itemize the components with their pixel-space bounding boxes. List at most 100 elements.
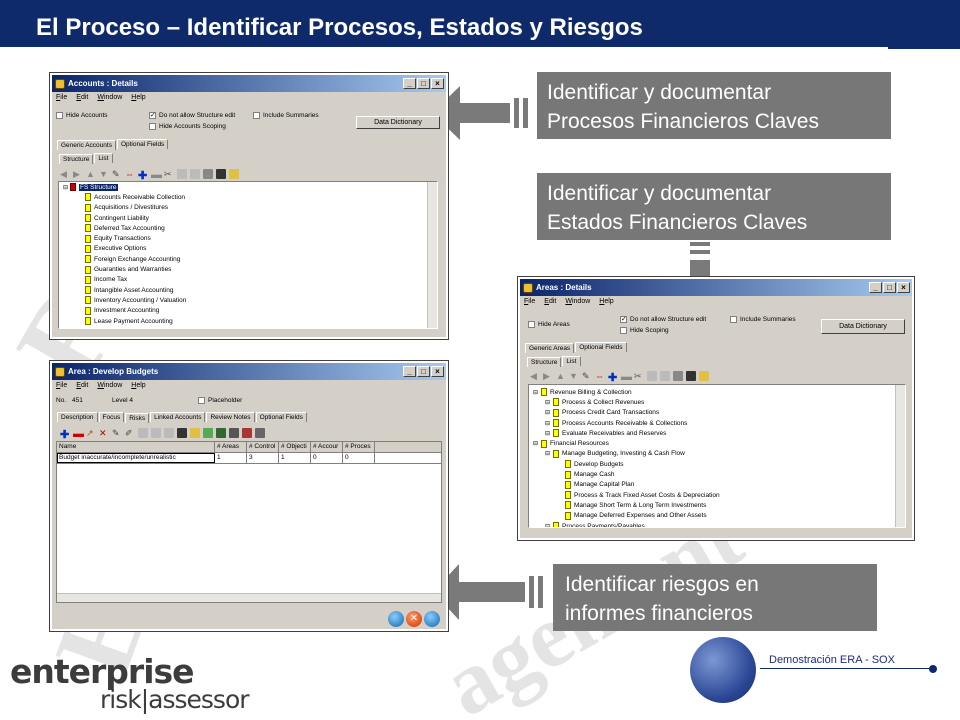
menu-edit[interactable]: Edit: [76, 94, 88, 101]
menu-window[interactable]: Window: [565, 298, 590, 305]
paste-icon[interactable]: [190, 169, 200, 179]
column-header[interactable]: # Proces: [343, 442, 375, 452]
tree-scrollbar[interactable]: [895, 385, 905, 527]
tree-item[interactable]: ⊟ Revenue Billing & Collection: [529, 387, 905, 397]
hide-areas-checkbox[interactable]: Hide Areas: [528, 321, 570, 328]
maximize-button[interactable]: □: [883, 282, 896, 293]
grid-icon[interactable]: [138, 428, 148, 438]
link-icon[interactable]: ↗: [86, 428, 96, 438]
expander-icon[interactable]: ⊟: [545, 523, 553, 528]
open-icon[interactable]: [699, 371, 709, 381]
data-dictionary-button[interactable]: Data Dictionary: [821, 319, 905, 334]
minimize-button[interactable]: _: [403, 78, 416, 89]
pencil-icon[interactable]: ✎: [112, 428, 122, 438]
expander-icon[interactable]: ⊟: [533, 389, 541, 396]
print-icon[interactable]: [673, 371, 683, 381]
export-icon[interactable]: [255, 428, 265, 438]
tree-item[interactable]: ⊟ Process Accounts Receivable & Collectio…: [529, 418, 905, 428]
copy-icon[interactable]: [647, 371, 657, 381]
menu-window[interactable]: Window: [97, 382, 122, 389]
tree-item[interactable]: Deferred Tax Accounting: [59, 223, 437, 233]
arrow-up-icon[interactable]: ▲: [556, 371, 566, 381]
tab-optional-fields[interactable]: Optional Fields: [255, 412, 307, 422]
add-icon[interactable]: ✚: [60, 428, 70, 441]
arrow-up-icon[interactable]: ▲: [86, 169, 96, 179]
column-header[interactable]: # Accour: [311, 442, 343, 452]
menu-file[interactable]: File: [56, 94, 67, 101]
menu-help[interactable]: Help: [599, 298, 613, 305]
arrow-right-icon[interactable]: ▶: [73, 169, 83, 179]
paste-icon[interactable]: [660, 371, 670, 381]
arrow-left-icon[interactable]: ◀: [60, 169, 70, 179]
hide-scoping-checkbox[interactable]: Hide Scoping: [620, 327, 669, 334]
tab-structure[interactable]: Structure: [527, 357, 562, 367]
include-summaries-checkbox[interactable]: Include Summaries: [730, 316, 796, 323]
data-dictionary-button[interactable]: Data Dictionary: [356, 116, 440, 129]
no-structure-edit-checkbox[interactable]: ✓ Do not allow Structure edit: [620, 316, 706, 323]
swap-icon[interactable]: ⇔: [125, 169, 135, 179]
tree-item[interactable]: ⊟ Process Credit Card Transactions: [529, 408, 905, 418]
arrow-right-icon[interactable]: ▶: [543, 371, 553, 381]
maximize-button[interactable]: □: [417, 78, 430, 89]
close-button[interactable]: ×: [897, 282, 910, 293]
save-icon[interactable]: [177, 428, 187, 438]
menu-file[interactable]: File: [524, 298, 535, 305]
expander-icon[interactable]: ⊟: [533, 440, 541, 447]
table-row[interactable]: Budget inaccurate/incomplete/unrealistic…: [57, 453, 441, 464]
tree-item[interactable]: Manage Capital Plan: [529, 480, 905, 490]
tab-review-notes[interactable]: Review Notes: [206, 412, 255, 422]
tree-item[interactable]: Acquisitions / Divestitures: [59, 203, 437, 213]
paste-icon[interactable]: [164, 428, 174, 438]
tab-risks[interactable]: Risks: [125, 413, 150, 423]
menu-edit[interactable]: Edit: [76, 382, 88, 389]
remove-icon[interactable]: ▬: [73, 428, 84, 440]
tree-item[interactable]: Intangible Asset Accounting: [59, 285, 437, 295]
folder-icon[interactable]: [229, 428, 239, 438]
include-summaries-checkbox[interactable]: Include Summaries: [253, 112, 319, 119]
tree-item[interactable]: Guaranties and Warranties: [59, 264, 437, 274]
placeholder-checkbox[interactable]: Placeholder: [198, 397, 242, 404]
edit-icon[interactable]: ✐: [125, 428, 135, 438]
expander-icon[interactable]: ⊟: [545, 409, 553, 416]
column-header[interactable]: # Objecti: [279, 442, 311, 452]
tree-item[interactable]: Equity Transactions: [59, 233, 437, 243]
pencil-icon[interactable]: ✎: [112, 169, 122, 179]
tree-root[interactable]: ⊟ FS Structure: [59, 182, 437, 192]
menu-file[interactable]: File: [56, 382, 67, 389]
tab-structure[interactable]: Structure: [59, 154, 94, 164]
grid-scrollbar[interactable]: [57, 593, 441, 602]
open-icon[interactable]: [190, 428, 200, 438]
tree-item[interactable]: Lease Payment Accounting: [59, 316, 437, 326]
back-button[interactable]: [388, 611, 404, 627]
cancel-button[interactable]: ✕: [406, 611, 422, 627]
tree-item[interactable]: Manage Cash: [529, 469, 905, 479]
tree-item[interactable]: ⊟ Evaluate Receivables and Reserves: [529, 428, 905, 438]
add-icon[interactable]: ✚: [608, 371, 618, 384]
expander-icon[interactable]: ⊟: [545, 399, 553, 406]
menu-window[interactable]: Window: [97, 94, 122, 101]
save-icon[interactable]: [216, 169, 226, 179]
tab-optional-fields[interactable]: Optional Fields: [575, 342, 627, 352]
remove-icon[interactable]: ▬: [621, 371, 632, 383]
tree-item[interactable]: Develop Budgets: [529, 459, 905, 469]
tab-optional-fields[interactable]: Optional Fields: [116, 139, 169, 149]
tree-item[interactable]: ⊟ Process Payments/Payables: [529, 521, 905, 528]
expander-icon[interactable]: ⊟: [545, 430, 553, 437]
copy-icon[interactable]: [177, 169, 187, 179]
tab-list[interactable]: List: [562, 356, 581, 366]
hide-scoping-checkbox[interactable]: Hide Accounts Scoping: [149, 123, 226, 130]
tree-item[interactable]: Investment Accounting: [59, 306, 437, 316]
copy-icon[interactable]: [151, 428, 161, 438]
minimize-button[interactable]: _: [869, 282, 882, 293]
column-header[interactable]: Name: [57, 442, 215, 452]
tab-list[interactable]: List: [94, 153, 113, 163]
tree-item[interactable]: ⊟ Financial Resources: [529, 438, 905, 448]
cut-icon[interactable]: ✂: [164, 169, 174, 179]
tree-item[interactable]: Process & Track Fixed Asset Costs & Depr…: [529, 490, 905, 500]
expander-icon[interactable]: ⊟: [545, 450, 553, 457]
expander-icon[interactable]: ⊟: [545, 420, 553, 427]
print-icon[interactable]: [203, 169, 213, 179]
tab-focus[interactable]: Focus: [98, 412, 125, 422]
menu-help[interactable]: Help: [131, 382, 145, 389]
cut-icon[interactable]: ✂: [634, 371, 644, 381]
